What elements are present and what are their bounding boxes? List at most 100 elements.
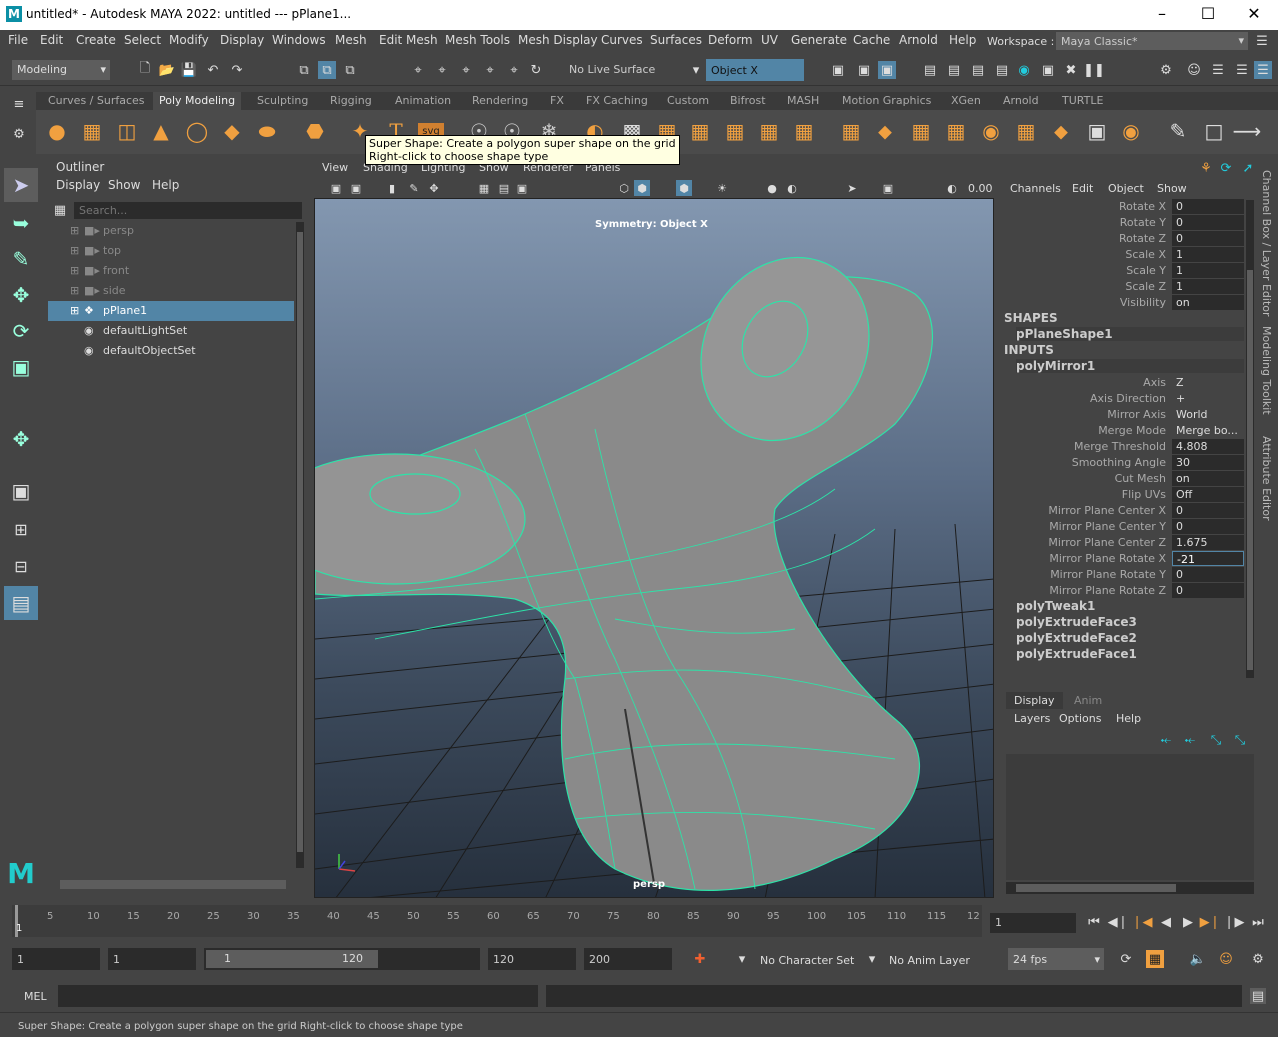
symmetry-dropdown-icon[interactable]: ▾ [688, 62, 704, 78]
outliner-menu-show[interactable]: Show [108, 178, 140, 192]
attr-axis-direction[interactable]: Axis Direction + [1002, 391, 1248, 407]
multi-cut-icon[interactable]: ◉ [978, 118, 1004, 144]
render-settings-icon[interactable]: ▤ [994, 62, 1010, 78]
outliner-item-defaultobjectset[interactable]: ◉ defaultObjectSet [48, 341, 294, 361]
sculpt-tool-icon[interactable]: ✎ [1165, 118, 1191, 144]
undo-icon[interactable]: ↶ [205, 62, 221, 78]
channels-menu-edit[interactable]: Edit [1072, 182, 1093, 195]
menu-edit-mesh[interactable]: Edit Mesh [379, 33, 438, 47]
shelf-tab-fx-caching[interactable]: FX Caching [586, 94, 648, 107]
four-view-layout-icon[interactable]: ⊞ [4, 512, 38, 546]
attr-smoothing-angle[interactable]: Smoothing Angle 30 [1002, 455, 1248, 471]
input-node-polyextrudeface3[interactable]: polyExtrudeFace3 [1016, 615, 1137, 629]
side-tab-modeling-toolkit[interactable]: Modeling Toolkit [1260, 326, 1273, 415]
loop-icon[interactable]: ⟳ [1118, 951, 1134, 967]
shape-node[interactable]: pPlaneShape1 [1016, 327, 1244, 341]
shelf-tabs-menu-icon[interactable]: ≡ [11, 96, 27, 112]
expand-icon[interactable]: ⊞ [70, 301, 79, 321]
smooth-shade-icon[interactable]: ⬢ [634, 180, 650, 196]
move-tool-icon[interactable]: ✥ [4, 278, 38, 312]
menu-arnold[interactable]: Arnold [899, 33, 938, 47]
textured-icon[interactable]: ☀ [714, 180, 730, 196]
shelf-settings-icon[interactable]: ⚙ [11, 126, 27, 142]
image-plane-icon[interactable]: ✎ [406, 180, 422, 196]
channels-menu-channels[interactable]: Channels [1010, 182, 1061, 195]
outliner-search-input[interactable] [74, 202, 302, 219]
snap-curve-icon[interactable]: ⌖ [434, 62, 450, 78]
save-scene-icon[interactable]: 💾 [181, 62, 197, 78]
menuset-dropdown[interactable]: Modeling ▾ [12, 60, 110, 80]
attr-mirror-axis[interactable]: Mirror Axis World [1002, 407, 1248, 423]
menu-mesh[interactable]: Mesh [335, 33, 367, 47]
ipr-icon[interactable]: ▣ [878, 61, 896, 79]
workspace-dropdown[interactable]: Maya Classic* ▾ [1056, 32, 1248, 50]
input-node-polymirror1[interactable]: polyMirror1 [1016, 359, 1244, 373]
bevel-icon[interactable]: ▦ [838, 118, 864, 144]
range-slider-bar[interactable]: 1 120 [204, 948, 480, 970]
poke-icon[interactable]: ▦ [943, 118, 969, 144]
menu-edit[interactable]: Edit [40, 33, 63, 47]
select-camera-icon[interactable]: ▣ [328, 180, 344, 196]
menu-modify[interactable]: Modify [169, 33, 209, 47]
layer-menu-help[interactable]: Help [1116, 712, 1141, 725]
outliner-item-persp[interactable]: ⊞ ■▸ persp [48, 221, 294, 241]
menu-curves[interactable]: Curves [601, 33, 643, 47]
anim-layer-dropdown-icon[interactable]: ▾ [864, 951, 880, 967]
poly-disc-icon[interactable]: ⬬ [254, 118, 280, 144]
command-language-label[interactable]: MEL [24, 990, 47, 1003]
paint-select-tool-icon[interactable]: ✎ [4, 242, 38, 276]
grid-icon[interactable]: ▦ [476, 180, 492, 196]
expand-icon[interactable]: ⊞ [70, 261, 79, 281]
wireframe-icon[interactable]: ⬡ [616, 180, 632, 196]
symmetry-dropdown[interactable]: Object X [706, 59, 804, 81]
attribute-editor-icon[interactable]: ☰ [1210, 62, 1226, 78]
snap-surface-icon[interactable]: ⌖ [506, 62, 522, 78]
new-scene-icon[interactable]: 🗋 [137, 61, 153, 78]
scale-tool-icon[interactable]: ▣ [4, 350, 38, 384]
go-to-start-icon[interactable]: ⏮ [1086, 914, 1102, 930]
select-hierarchy-icon[interactable]: ⧉ [296, 62, 312, 78]
viewport-persp[interactable]: Symmetry: Object X persp [314, 198, 994, 898]
layer-move-up-icon[interactable]: ⤝ [1158, 732, 1174, 748]
poly-cone-icon[interactable]: ▲ [148, 118, 174, 144]
planar-mapping-icon[interactable]: □ [1201, 118, 1227, 144]
attr-axis[interactable]: Axis Z [1002, 375, 1248, 391]
camera-attributes-icon[interactable]: ▣ [348, 180, 364, 196]
outliner-item-top[interactable]: ⊞ ■▸ top [48, 241, 294, 261]
expand-icon[interactable]: ⊞ [70, 241, 79, 261]
play-backward-icon[interactable]: ◀ [1158, 914, 1174, 930]
layer-horizontal-scrollbar[interactable] [1006, 882, 1254, 894]
attr-mirror-plane-rotate-z[interactable]: Mirror Plane Rotate Z0 [1002, 583, 1248, 599]
step-forward-frame-icon[interactable]: ❘▶ [1224, 914, 1245, 930]
play-forward-icon[interactable]: ▶ [1180, 914, 1196, 930]
shelf-tab-poly-modeling[interactable]: Poly Modeling [153, 92, 242, 110]
modeling-toolkit-icon[interactable]: ⚙ [1158, 62, 1174, 78]
wireframe-on-shaded-icon[interactable]: ⬢ [676, 180, 692, 196]
go-to-end-icon[interactable]: ⏭ [1250, 914, 1266, 930]
attr-mirror-plane-center-x[interactable]: Mirror Plane Center X0 [1002, 503, 1248, 519]
connect-tool-icon[interactable]: ◉ [1118, 118, 1144, 144]
attr-mirror-plane-center-y[interactable]: Mirror Plane Center Y0 [1002, 519, 1248, 535]
anim-layer-field[interactable]: No Anim Layer [889, 954, 970, 967]
shelf-tab-custom[interactable]: Custom [667, 94, 709, 107]
append-polygon-icon[interactable]: ⬥ [872, 118, 898, 144]
shelf-tab-xgen[interactable]: XGen [951, 94, 981, 107]
step-back-frame-icon[interactable]: ◀❘ [1108, 914, 1129, 930]
outliner-item-pplane1[interactable]: ⊞ ❖ pPlane1 [48, 301, 294, 321]
outliner-horizontal-scrollbar[interactable] [60, 880, 286, 889]
shelf-tab-fx[interactable]: FX [550, 94, 564, 107]
quad-draw-icon[interactable]: ⬥ [1048, 118, 1074, 144]
maximize-icon[interactable]: ☐ [1198, 4, 1218, 23]
shelf-tab-mash[interactable]: MASH [787, 94, 819, 107]
outliner-item-front[interactable]: ⊞ ■▸ front [48, 261, 294, 281]
side-tab-attribute-editor[interactable]: Attribute Editor [1260, 436, 1273, 521]
attr-mirror-plane-center-z[interactable]: Mirror Plane Center Z 1.675 [1002, 535, 1248, 551]
character-set-dropdown-icon[interactable]: ▾ [734, 951, 750, 967]
channels-menu-object[interactable]: Object [1108, 182, 1144, 195]
lasso-tool-icon[interactable]: ➥ [4, 206, 38, 240]
layer-menu-options[interactable]: Options [1059, 712, 1101, 725]
attr-mirror-plane-rotate-x[interactable]: Mirror Plane Rotate X -21 [1002, 551, 1248, 567]
step-forward-key-icon[interactable]: ▶❘ [1200, 914, 1221, 930]
step-back-key-icon[interactable]: ❘◀ [1132, 914, 1153, 930]
exposure-icon[interactable]: ◐ [944, 180, 960, 196]
